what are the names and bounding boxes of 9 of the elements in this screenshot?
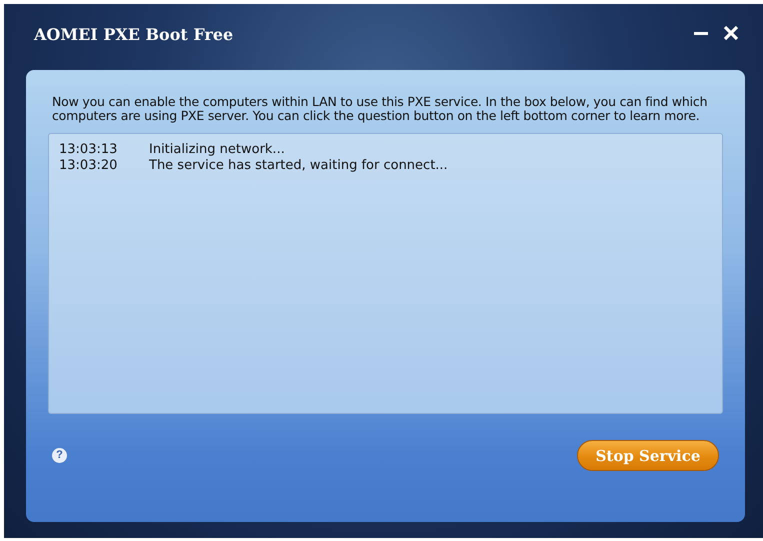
window-title: AOMEI PXE Boot Free [34,25,234,44]
stop-service-button[interactable]: Stop Service [577,440,719,471]
log-time: 13:03:20 [59,158,118,174]
log-time: 13:03:13 [59,142,118,158]
intro-text: Now you can enable the computers within LAN to use this PXE service. In the box below, you can find which computers are using PXE server. You can click the question button on the left bottom corner to learn more. [52,95,708,123]
log-message: Initializing network... [149,142,285,158]
log-message: The service has started, waiting for connect... [149,158,448,174]
close-icon[interactable] [723,25,739,41]
help-button[interactable]: ? [52,448,67,463]
